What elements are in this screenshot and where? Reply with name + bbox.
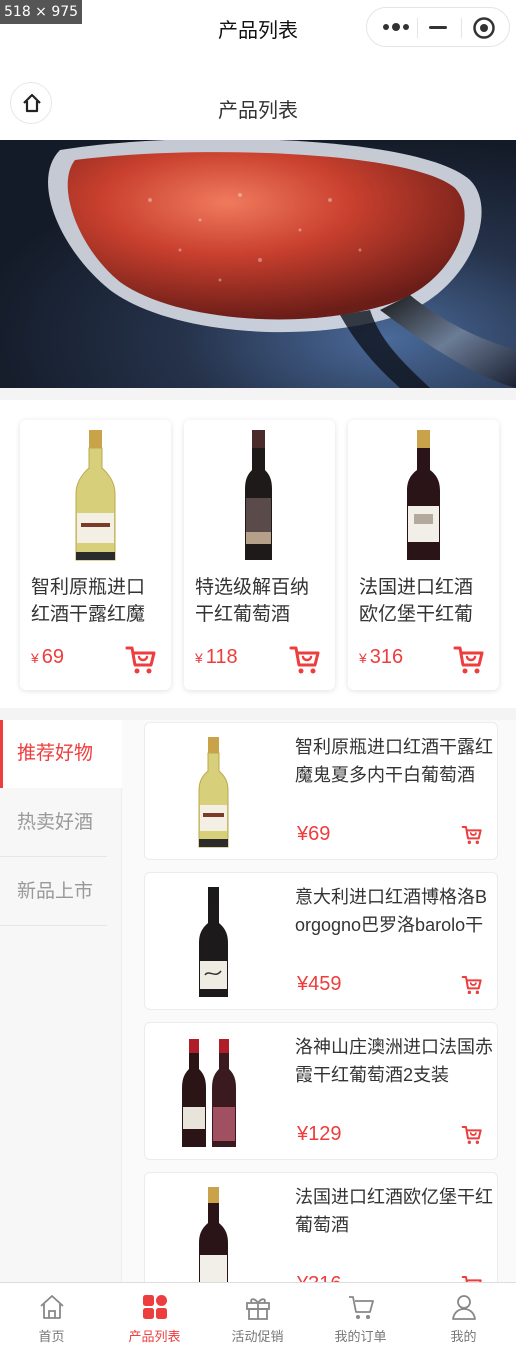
- product-name: 智利原瓶进口红酒干露红魔鬼夏多内干白葡萄酒: [31, 577, 146, 625]
- product-image: [407, 430, 440, 560]
- minimize-icon[interactable]: [429, 26, 447, 29]
- cart-icon: [349, 1296, 374, 1319]
- tab-label: 我的: [450, 1329, 477, 1344]
- more-icon[interactable]: [381, 20, 411, 34]
- dimension-badge: 518 × 975: [0, 0, 83, 24]
- capsule-menu: [366, 7, 510, 47]
- add-to-cart-icon[interactable]: [453, 645, 485, 675]
- tab-promotions[interactable]: 活动促销: [206, 1283, 309, 1348]
- product-price: ¥69: [31, 646, 65, 668]
- product-name: 法国进口红酒欧亿堡干红葡萄酒: [359, 577, 474, 625]
- tab-my-orders[interactable]: 我的订单: [309, 1283, 412, 1348]
- product-name: 意大利进口红酒博格洛Borgogno巴罗洛barolo干红葡萄酒: [295, 887, 488, 935]
- list-item[interactable]: 意大利进口红酒博格洛Borgogno巴罗洛barolo干红葡萄酒 ¥459: [144, 872, 498, 1010]
- category-recommended[interactable]: 推荐好物: [0, 720, 122, 788]
- product-price: ¥129: [297, 1123, 342, 1145]
- tab-label: 我的订单: [334, 1329, 387, 1344]
- product-name: 法国进口红酒欧亿堡干红葡萄酒: [295, 1187, 493, 1235]
- tab-label: 活动促销: [231, 1329, 284, 1344]
- grid-icon: [143, 1295, 167, 1319]
- featured-products: 智利原瓶进口红酒干露红魔鬼夏多内干白葡萄酒 ¥69 特选级解百纳干红葡萄酒 ¥1…: [0, 400, 516, 708]
- product-price: ¥316: [297, 1273, 342, 1282]
- add-to-cart-icon[interactable]: [125, 645, 157, 675]
- tab-product-list[interactable]: 产品列表: [103, 1283, 206, 1348]
- section-divider: [0, 708, 516, 720]
- tab-label: 首页: [38, 1329, 65, 1344]
- featured-product-card[interactable]: 法国进口红酒欧亿堡干红葡萄酒 ¥316: [348, 420, 499, 690]
- page-title: 产品列表: [218, 100, 298, 122]
- page-header: 产品列表: [0, 76, 516, 136]
- section-divider: [0, 388, 516, 400]
- add-to-cart-icon[interactable]: [461, 975, 483, 995]
- capsule-divider: [461, 18, 462, 38]
- product-image: [182, 1039, 236, 1147]
- add-to-cart-icon[interactable]: [461, 1125, 483, 1145]
- banner-image[interactable]: [0, 140, 516, 388]
- product-image: [199, 1187, 228, 1282]
- product-image: [198, 737, 229, 848]
- category-new-arrivals[interactable]: 新品上市: [0, 858, 107, 926]
- list-item[interactable]: 洛神山庄澳洲进口法国赤霞干红葡萄酒2支装 ¥129: [144, 1022, 498, 1160]
- product-price: ¥118: [195, 646, 238, 668]
- product-list[interactable]: 智利原瓶进口红酒干露红魔鬼夏多内干白葡萄酒 ¥69 意大利进口红酒博格洛Borg…: [122, 720, 516, 1282]
- list-item[interactable]: 法国进口红酒欧亿堡干红葡萄酒 ¥316: [144, 1172, 498, 1282]
- bottom-tab-bar: 首页 产品列表 活动促销 我的订单 我的: [0, 1282, 516, 1348]
- capsule-divider: [417, 18, 418, 38]
- featured-product-card[interactable]: 特选级解百纳干红葡萄酒 ¥118: [184, 420, 335, 690]
- add-to-cart-icon[interactable]: [461, 825, 483, 845]
- product-price: ¥69: [297, 823, 331, 845]
- add-to-cart-icon[interactable]: [461, 1275, 483, 1282]
- product-price: ¥459: [297, 973, 342, 995]
- product-image: [199, 887, 228, 997]
- tab-home[interactable]: 首页: [0, 1283, 103, 1348]
- close-mini-program-icon[interactable]: [473, 17, 495, 39]
- tab-profile[interactable]: 我的: [412, 1283, 515, 1348]
- product-name: 智利原瓶进口红酒干露红魔鬼夏多内干白葡萄酒: [295, 737, 493, 785]
- featured-product-card[interactable]: 智利原瓶进口红酒干露红魔鬼夏多内干白葡萄酒 ¥69: [20, 420, 171, 690]
- add-to-cart-icon[interactable]: [289, 645, 321, 675]
- product-image: [75, 430, 116, 561]
- wine-glass-image: [0, 140, 516, 388]
- category-sidebar: 推荐好物 热卖好酒 新品上市: [0, 720, 122, 1282]
- user-icon: [452, 1295, 476, 1320]
- gift-icon: [246, 1298, 270, 1320]
- product-price: ¥316: [359, 646, 404, 668]
- product-image: [245, 430, 272, 560]
- product-name: 洛神山庄澳洲进口法国赤霞干红葡萄酒2支装: [295, 1037, 493, 1085]
- list-item[interactable]: 智利原瓶进口红酒干露红魔鬼夏多内干白葡萄酒 ¥69: [144, 722, 498, 860]
- tab-label: 产品列表: [128, 1329, 181, 1344]
- category-hot-sale[interactable]: 热卖好酒: [0, 789, 107, 857]
- product-name: 特选级解百纳干红葡萄酒: [195, 577, 310, 625]
- home-icon: [40, 1295, 64, 1319]
